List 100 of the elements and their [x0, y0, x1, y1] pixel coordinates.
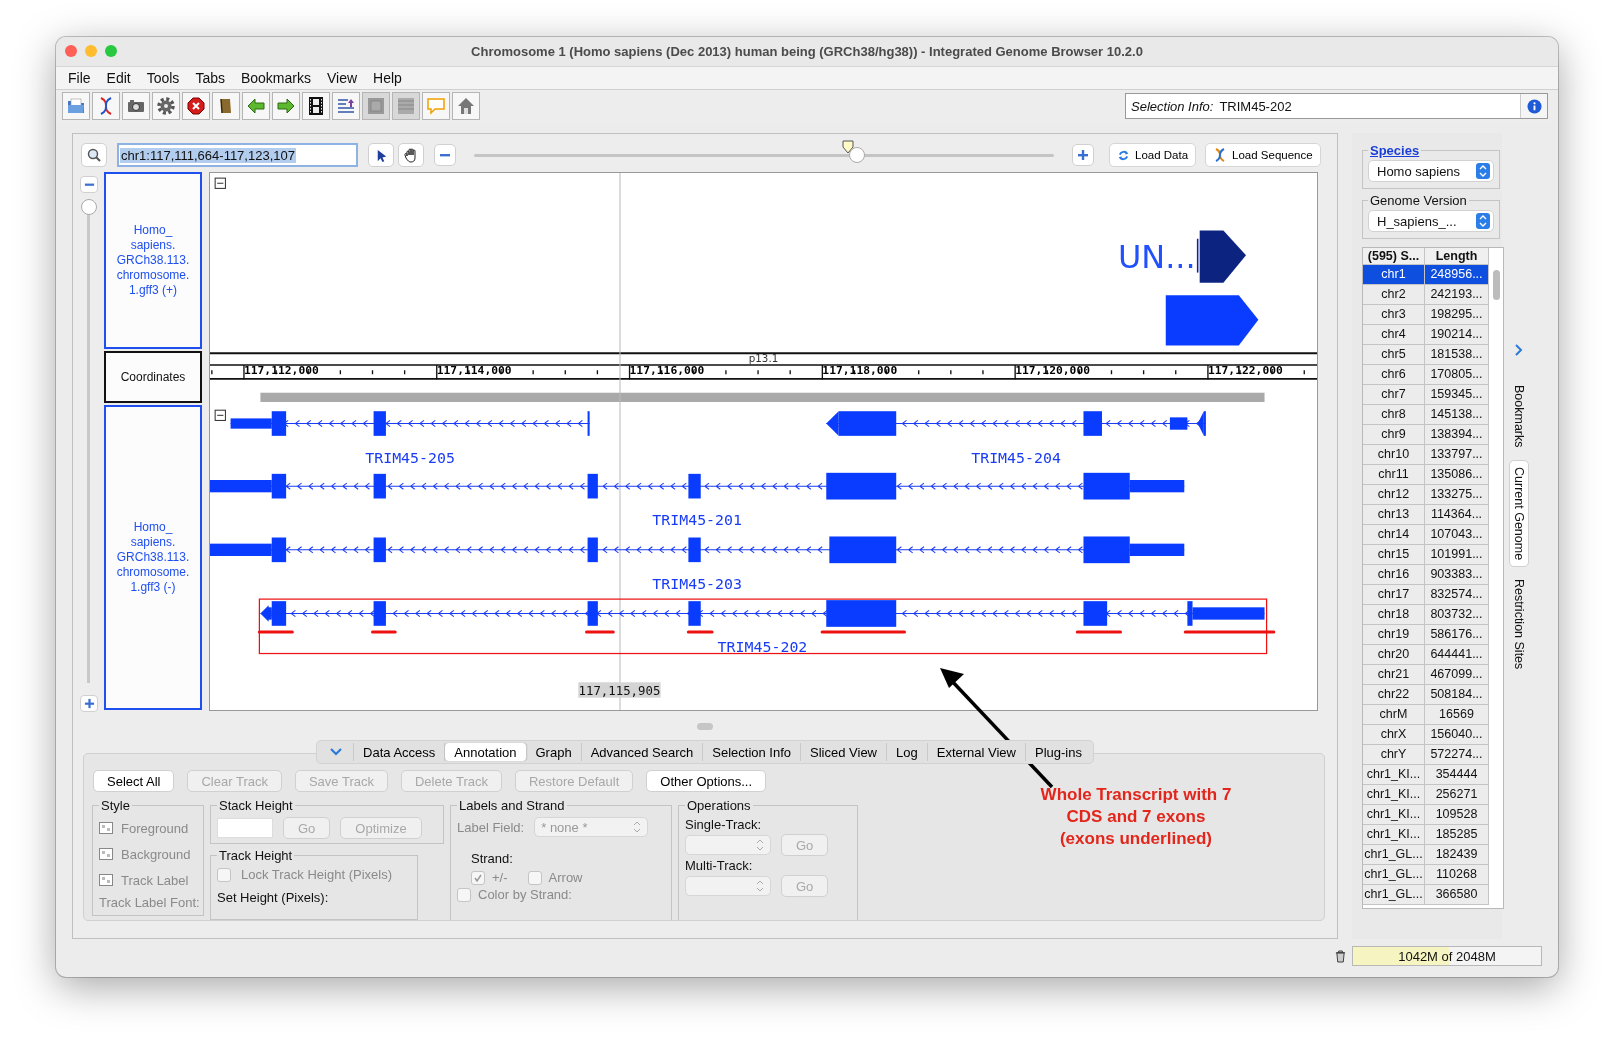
color-swatch-icon[interactable] — [99, 822, 113, 834]
panel-tab[interactable]: Selection Info — [703, 743, 802, 761]
info-button[interactable] — [1520, 94, 1547, 118]
side-tab[interactable]: Restriction Sites — [1510, 572, 1528, 675]
table-row[interactable]: chr2 242193... — [1363, 285, 1489, 305]
table-row[interactable]: chr16 903383... — [1363, 565, 1489, 585]
transcript-model[interactable] — [230, 411, 591, 436]
color-swatch-icon[interactable] — [99, 874, 113, 886]
color-swatch-icon[interactable] — [99, 848, 113, 860]
table-row[interactable]: chr14 107043... — [1363, 525, 1489, 545]
checkbox[interactable] — [217, 867, 231, 882]
panel-tab[interactable]: Sliced View — [801, 743, 887, 761]
zoom-in-button[interactable] — [80, 695, 98, 712]
table-row[interactable]: chr13 114364... — [1363, 505, 1489, 525]
table-row[interactable]: chr12 133275... — [1363, 485, 1489, 505]
side-tab[interactable]: Bookmarks — [1510, 379, 1528, 454]
toolbar-button[interactable] — [182, 92, 210, 120]
toolbar-button[interactable] — [92, 92, 120, 120]
gene-arrow[interactable] — [1165, 295, 1259, 346]
action-button[interactable]: Other Options... — [646, 770, 767, 792]
search-button[interactable] — [81, 143, 107, 167]
table-row[interactable]: chr17 832574... — [1363, 585, 1489, 605]
table-row[interactable]: chrX 156040... — [1363, 725, 1489, 745]
menu-item[interactable]: Edit — [98, 70, 139, 86]
zoom-out-button[interactable] — [434, 144, 456, 166]
vertical-zoom-slider[interactable] — [81, 199, 97, 683]
chevron-right-icon[interactable] — [1514, 343, 1524, 357]
panel-tab[interactable]: Graph — [526, 743, 582, 761]
table-row[interactable]: chr5 181538... — [1363, 345, 1489, 365]
table-row[interactable]: chr8 145138... — [1363, 405, 1489, 425]
location-field[interactable]: chr1:117,111,664-117,123,107 — [117, 143, 358, 167]
checkbox[interactable] — [471, 870, 485, 885]
menu-item[interactable]: Bookmarks — [232, 70, 319, 86]
pan-tool-button[interactable] — [398, 143, 424, 167]
menu-item[interactable]: View — [319, 70, 366, 86]
toolbar-button[interactable] — [152, 92, 180, 120]
table-row[interactable]: chr1_KI... 354444 — [1363, 765, 1489, 785]
collapse-icon[interactable] — [214, 177, 226, 189]
table-row[interactable]: chr1_KI... 185285 — [1363, 825, 1489, 845]
table-row[interactable]: chr1_GL... 366580 — [1363, 885, 1489, 905]
collapse-icon[interactable] — [214, 409, 226, 421]
table-row[interactable]: chr6 170805... — [1363, 365, 1489, 385]
splitter-handle[interactable] — [697, 722, 713, 730]
checkbox[interactable] — [457, 887, 471, 902]
table-row[interactable]: chr11 135086... — [1363, 465, 1489, 485]
table-row[interactable]: chr1 248956... — [1363, 265, 1489, 285]
zoom-in-button[interactable] — [1072, 144, 1094, 166]
menu-item[interactable]: Help — [365, 70, 410, 86]
panel-tab[interactable]: External View — [927, 743, 1026, 761]
close-button[interactable] — [65, 45, 77, 57]
checkbox[interactable] — [527, 870, 542, 885]
species-dropdown[interactable]: Homo sapiens — [1368, 160, 1494, 182]
select-tool-button[interactable] — [368, 143, 394, 167]
panel-tab[interactable]: Log — [887, 743, 928, 761]
table-row[interactable]: chr1_GL... 182439 — [1363, 845, 1489, 865]
panel-tab[interactable]: Annotation — [445, 743, 527, 761]
menu-item[interactable]: File — [60, 70, 99, 86]
table-row[interactable]: chr1_KI... 109528 — [1363, 805, 1489, 825]
zoom-out-button[interactable] — [80, 176, 98, 193]
trash-icon[interactable] — [1335, 949, 1346, 963]
toolbar-button[interactable] — [212, 92, 240, 120]
scrollbar-thumb[interactable] — [1493, 270, 1500, 300]
table-row[interactable]: chr22 508184... — [1363, 685, 1489, 705]
toolbar-button[interactable] — [122, 92, 150, 120]
genome-version-dropdown[interactable]: H_sapiens_... — [1368, 210, 1494, 232]
transcript-model[interactable] — [259, 600, 1266, 627]
track-label[interactable]: Coordinates — [104, 351, 202, 403]
table-row[interactable]: chr15 101991... — [1363, 545, 1489, 565]
table-row[interactable]: chr20 644441... — [1363, 645, 1489, 665]
transcript-model[interactable] — [210, 536, 1185, 564]
load-data-button[interactable]: Load Data — [1109, 143, 1197, 167]
transcript-model[interactable] — [210, 472, 1185, 500]
table-row[interactable]: chr19 586176... — [1363, 625, 1489, 645]
column-header[interactable]: Length — [1425, 248, 1489, 265]
menu-item[interactable]: Tools — [138, 70, 188, 86]
track-label[interactable]: Homo_ sapiens. GRCh38.113. chromosome. 1.gff3 (+) — [104, 172, 202, 349]
gene-arrow[interactable] — [1196, 230, 1246, 283]
table-row[interactable]: chr18 803732... — [1363, 605, 1489, 625]
slider-thumb[interactable] — [81, 199, 97, 215]
input-field[interactable] — [217, 818, 273, 838]
species-link[interactable]: Species — [1370, 143, 1420, 158]
toolbar-button[interactable] — [302, 92, 330, 120]
column-header[interactable]: (595) S... — [1363, 248, 1425, 265]
load-sequence-button[interactable]: Load Sequence — [1205, 143, 1321, 167]
table-row[interactable]: chrY 572274... — [1363, 745, 1489, 765]
table-row[interactable]: chr3 198295... — [1363, 305, 1489, 325]
table-row[interactable]: chr7 159345... — [1363, 385, 1489, 405]
table-row[interactable]: chr10 133797... — [1363, 445, 1489, 465]
table-row[interactable]: chr1_KI... 256271 — [1363, 785, 1489, 805]
table-row[interactable]: chr1_GL... 110268 — [1363, 865, 1489, 885]
panel-tab[interactable]: Plug-ins — [1025, 743, 1091, 761]
table-row[interactable]: chr21 467099... — [1363, 665, 1489, 685]
side-tab[interactable]: Current Genome — [1509, 459, 1529, 567]
track-canvas[interactable]: UN... p13.1 117,112,000 117,114,000 117,116,000 117,118,000 117,120,000 117,122,000 TRIM45-205 TRIM45-204 TRIM45-201 TRIM45-203 TRIM45-202 117,115,905 — [209, 172, 1318, 711]
menu-item[interactable]: Tabs — [187, 70, 233, 86]
panel-tab[interactable]: Advanced Search — [581, 743, 704, 761]
transcript-model[interactable] — [825, 411, 1207, 436]
table-row[interactable]: chr4 190214... — [1363, 325, 1489, 345]
action-button[interactable]: Select All — [93, 770, 175, 792]
table-row[interactable]: chrM 16569 — [1363, 705, 1489, 725]
